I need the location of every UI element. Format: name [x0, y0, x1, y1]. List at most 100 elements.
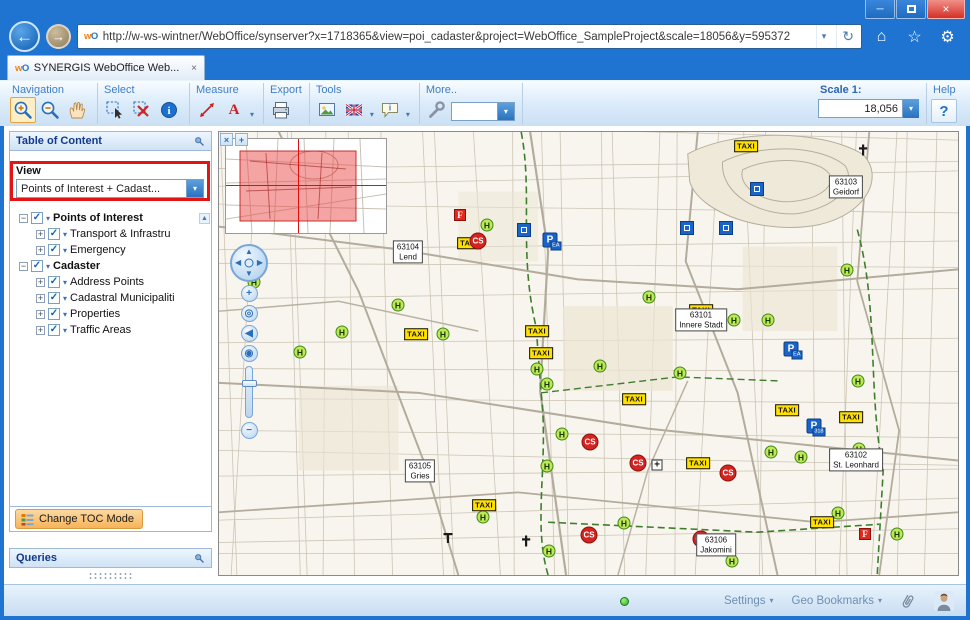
map-marker-taxi: TAXI — [686, 457, 710, 469]
tree-scroll-up-icon[interactable]: ▲ — [199, 213, 210, 224]
url-text[interactable]: http://w-ws-wintner/WebOffice/synserver?… — [103, 31, 811, 43]
language-button[interactable] — [341, 97, 367, 123]
layer-dropdown-icon[interactable]: ▾ — [63, 230, 67, 239]
pan-down-icon[interactable]: ▼ — [245, 270, 253, 278]
zoom-slider[interactable] — [245, 366, 253, 418]
layer-dropdown-icon[interactable]: ▾ — [46, 214, 50, 223]
tree-expander-icon[interactable]: + — [36, 230, 45, 239]
measure-distance-button[interactable] — [194, 97, 220, 123]
toc-tree-item[interactable]: + ✓ ▾ Address Points — [16, 274, 205, 290]
map-canvas[interactable]: HHHHHHHHHHHHHHHHHHHHHHHHHHHTAXITAXITAXIT… — [218, 131, 959, 576]
tree-expander-icon[interactable]: + — [36, 294, 45, 303]
zoom-out-button[interactable] — [37, 97, 63, 123]
panel-resize-handle[interactable] — [88, 572, 134, 579]
toc-tree-item[interactable]: − ✓ ▾ Points of Interest — [16, 210, 205, 226]
measure-dropdown-icon[interactable]: ▾ — [248, 110, 256, 119]
toc-tree-item[interactable]: + ✓ ▾ Transport & Infrastru — [16, 226, 205, 242]
browser-tab[interactable]: wO SYNERGIS WebOffice Web... × — [7, 55, 205, 80]
tree-expander-icon[interactable]: + — [36, 246, 45, 255]
layer-dropdown-icon[interactable]: ▾ — [63, 294, 67, 303]
settings-menu[interactable]: Settings ▾ — [724, 595, 774, 607]
layer-dropdown-icon[interactable]: ▾ — [46, 262, 50, 271]
toc-panel-header[interactable]: Table of Content — [9, 131, 212, 151]
address-bar[interactable]: wO http://w-ws-wintner/WebOffice/synserv… — [77, 24, 862, 49]
select-rectangle-button[interactable] — [102, 97, 128, 123]
extent-icon: ◎ — [245, 309, 254, 319]
toc-tree-item[interactable]: + ✓ ▾ Properties — [16, 306, 205, 322]
help-button[interactable]: ? — [931, 99, 957, 123]
layer-dropdown-icon[interactable]: ▾ — [63, 246, 67, 255]
identify-button[interactable]: i — [156, 97, 182, 123]
previous-extent-button[interactable]: ◀ — [241, 325, 258, 342]
advanced-tools-button[interactable] — [424, 97, 450, 123]
layer-checkbox[interactable]: ✓ — [48, 308, 60, 320]
layer-checkbox[interactable]: ✓ — [31, 212, 43, 224]
close-button[interactable]: × — [927, 0, 965, 19]
layer-dropdown-icon[interactable]: ▾ — [63, 326, 67, 335]
more-dropdown-icon[interactable]: ▾ — [497, 103, 514, 120]
tree-expander-icon[interactable]: + — [36, 310, 45, 319]
favorites-button[interactable]: ☆ — [901, 23, 928, 50]
layer-checkbox[interactable]: ✓ — [31, 260, 43, 272]
zoom-out-map-button[interactable]: − — [241, 422, 258, 439]
center-map-button[interactable]: ◉ — [241, 345, 258, 362]
change-toc-mode-button[interactable]: Change TOC Mode — [15, 509, 143, 529]
toc-tree-item[interactable]: + ✓ ▾ Cadastral Municipaliti — [16, 290, 205, 306]
user-avatar[interactable] — [934, 591, 954, 611]
overview-close-button[interactable]: × — [220, 133, 233, 146]
tree-expander-icon[interactable]: + — [36, 326, 45, 335]
toc-tree-item[interactable]: − ✓ ▾ Cadaster — [16, 258, 205, 274]
feedback-button[interactable]: i — [377, 97, 403, 123]
view-dropdown[interactable]: Points of Interest + Cadast... ▾ — [16, 179, 204, 198]
layer-checkbox[interactable]: ✓ — [48, 228, 60, 240]
tree-expander-icon[interactable]: + — [36, 278, 45, 287]
scale-input[interactable] — [818, 99, 902, 118]
home-button[interactable]: ⌂ — [868, 23, 895, 50]
overview-move-button[interactable]: + — [235, 133, 248, 146]
browser-settings-button[interactable]: ⚙ — [934, 23, 961, 50]
pan-right-icon[interactable]: ▶ — [257, 259, 263, 267]
pan-up-icon[interactable]: ▲ — [245, 248, 253, 256]
print-button[interactable] — [268, 97, 294, 123]
layer-checkbox[interactable]: ✓ — [48, 244, 60, 256]
toc-tree-item[interactable]: + ✓ ▾ Emergency — [16, 242, 205, 258]
paperclip-icon[interactable] — [897, 589, 920, 613]
tree-expander-icon[interactable]: − — [19, 262, 28, 271]
full-extent-button[interactable]: ◎ — [241, 305, 258, 322]
pan-tool-button[interactable] — [64, 97, 90, 123]
layer-checkbox[interactable]: ✓ — [48, 276, 60, 288]
zoom-slider-handle[interactable] — [242, 380, 257, 387]
layer-checkbox[interactable]: ✓ — [48, 292, 60, 304]
more-tools-dropdown[interactable]: ▾ — [451, 102, 515, 121]
pin-icon[interactable] — [194, 136, 205, 147]
view-dropdown-icon[interactable]: ▾ — [186, 180, 203, 197]
layer-checkbox[interactable]: ✓ — [48, 324, 60, 336]
pan-left-icon[interactable]: ◀ — [235, 259, 241, 267]
feedback-dropdown-icon[interactable]: ▾ — [404, 110, 412, 119]
language-dropdown-icon[interactable]: ▾ — [368, 110, 376, 119]
back-button[interactable]: ← — [9, 21, 40, 52]
minimize-button[interactable]: ─ — [865, 0, 895, 19]
zoom-in-map-button[interactable]: + — [241, 285, 258, 302]
overview-map[interactable] — [225, 138, 387, 234]
toc-tree-item[interactable]: + ✓ ▾ Traffic Areas — [16, 322, 205, 338]
geo-bookmarks-menu[interactable]: Geo Bookmarks ▾ — [792, 595, 882, 607]
layer-dropdown-icon[interactable]: ▾ — [63, 278, 67, 287]
clear-selection-button[interactable] — [129, 97, 155, 123]
screenshot-button[interactable] — [314, 97, 340, 123]
window-controls: ─ × — [865, 0, 965, 19]
forward-button[interactable]: → — [46, 24, 71, 49]
tree-expander-icon[interactable]: − — [19, 214, 28, 223]
queries-panel-header[interactable]: Queries — [9, 548, 212, 568]
pan-control[interactable]: ▲ ▼ ◀ ▶ — [230, 244, 268, 282]
url-dropdown-icon[interactable]: ▾ — [816, 25, 832, 48]
annotate-text-button[interactable]: A — [221, 97, 247, 123]
maximize-button[interactable] — [896, 0, 926, 19]
tab-close-icon[interactable]: × — [191, 63, 197, 74]
layer-dropdown-icon[interactable]: ▾ — [63, 310, 67, 319]
pan-center-icon[interactable] — [245, 259, 254, 268]
refresh-icon[interactable]: ↻ — [836, 25, 859, 48]
pin-icon[interactable] — [194, 553, 205, 564]
scale-dropdown-icon[interactable]: ▾ — [902, 99, 919, 118]
zoom-in-button[interactable] — [10, 97, 36, 123]
